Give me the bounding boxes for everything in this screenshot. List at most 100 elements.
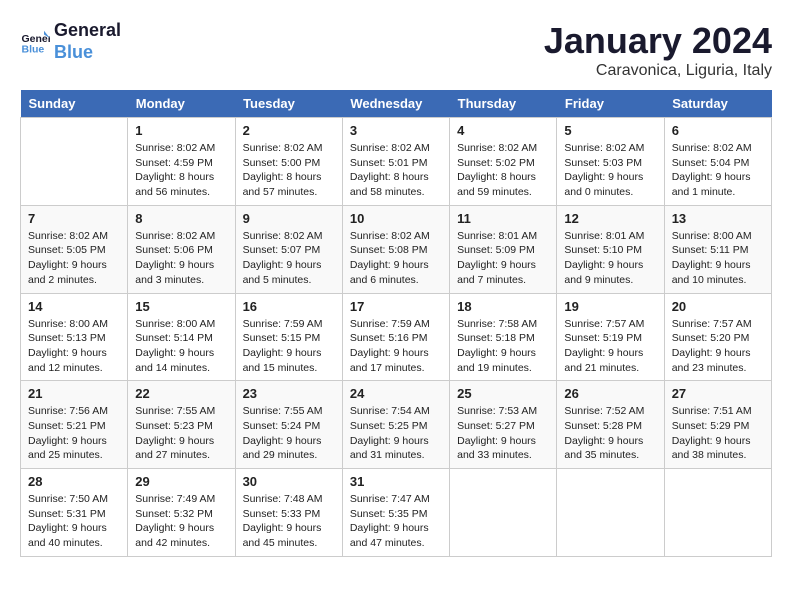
- calendar-day-cell: 21 Sunrise: 7:56 AM Sunset: 5:21 PM Dayli…: [21, 381, 128, 469]
- day-number: 29: [135, 474, 227, 489]
- day-number: 3: [350, 123, 442, 138]
- title-block: January 2024 Caravonica, Liguria, Italy: [544, 20, 772, 80]
- location-title: Caravonica, Liguria, Italy: [544, 62, 772, 80]
- logo-line1: General: [54, 20, 121, 42]
- calendar-day-cell: 12Sunrise: 8:01 AM Sunset: 5:10 PM Dayli…: [557, 205, 664, 293]
- day-info: Sunrise: 7:49 AM Sunset: 5:32 PM Dayligh…: [135, 492, 227, 551]
- day-info: Sunrise: 7:48 AM Sunset: 5:33 PM Dayligh…: [243, 492, 335, 551]
- day-info: Sunrise: 7:54 AM Sunset: 5:25 PM Dayligh…: [350, 404, 442, 463]
- day-info: Sunrise: 7:53 AM Sunset: 5:27 PM Dayligh…: [457, 404, 549, 463]
- day-info: Sunrise: 7:59 AM Sunset: 5:16 PM Dayligh…: [350, 317, 442, 376]
- day-number: 13: [672, 211, 764, 226]
- calendar-week-row: 14 Sunrise: 8:00 AM Sunset: 5:13 PM Dayli…: [21, 293, 772, 381]
- calendar-day-cell: 2 Sunrise: 8:02 AM Sunset: 5:00 PM Daylig…: [235, 118, 342, 206]
- weekday-header-cell: Monday: [128, 90, 235, 118]
- day-number: 20: [672, 299, 764, 314]
- calendar-week-row: 7 Sunrise: 8:02 AM Sunset: 5:05 PM Daylig…: [21, 205, 772, 293]
- day-info: Sunrise: 7:50 AM Sunset: 5:31 PM Dayligh…: [28, 492, 120, 551]
- day-info: Sunrise: 8:02 AM Sunset: 5:02 PM Dayligh…: [457, 141, 549, 200]
- calendar-day-cell: 31 Sunrise: 7:47 AM Sunset: 5:35 PM Dayli…: [342, 469, 449, 557]
- day-info: Sunrise: 7:47 AM Sunset: 5:35 PM Dayligh…: [350, 492, 442, 551]
- svg-text:Blue: Blue: [22, 43, 45, 55]
- day-info: Sunrise: 7:58 AM Sunset: 5:18 PM Dayligh…: [457, 317, 549, 376]
- calendar-day-cell: 7 Sunrise: 8:02 AM Sunset: 5:05 PM Daylig…: [21, 205, 128, 293]
- calendar-day-cell: 30 Sunrise: 7:48 AM Sunset: 5:33 PM Dayli…: [235, 469, 342, 557]
- day-info: Sunrise: 8:00 AM Sunset: 5:14 PM Dayligh…: [135, 317, 227, 376]
- calendar-day-cell: 1 Sunrise: 8:02 AM Sunset: 4:59 PM Daylig…: [128, 118, 235, 206]
- calendar-day-cell: 27 Sunrise: 7:51 AM Sunset: 5:29 PM Dayli…: [664, 381, 771, 469]
- day-number: 5: [564, 123, 656, 138]
- calendar-day-cell: 20 Sunrise: 7:57 AM Sunset: 5:20 PM Dayli…: [664, 293, 771, 381]
- weekday-header: SundayMondayTuesdayWednesdayThursdayFrid…: [21, 90, 772, 118]
- calendar-day-cell: 5 Sunrise: 8:02 AM Sunset: 5:03 PM Daylig…: [557, 118, 664, 206]
- day-number: 6: [672, 123, 764, 138]
- day-number: 14: [28, 299, 120, 314]
- calendar-day-cell: 28 Sunrise: 7:50 AM Sunset: 5:31 PM Dayli…: [21, 469, 128, 557]
- calendar-day-cell: 22Sunrise: 7:55 AM Sunset: 5:23 PM Dayli…: [128, 381, 235, 469]
- day-number: 31: [350, 474, 442, 489]
- day-info: Sunrise: 8:02 AM Sunset: 4:59 PM Dayligh…: [135, 141, 227, 200]
- day-info: Sunrise: 7:51 AM Sunset: 5:29 PM Dayligh…: [672, 404, 764, 463]
- day-info: Sunrise: 7:56 AM Sunset: 5:21 PM Dayligh…: [28, 404, 120, 463]
- day-info: Sunrise: 8:01 AM Sunset: 5:09 PM Dayligh…: [457, 229, 549, 288]
- calendar-day-cell: 4Sunrise: 8:02 AM Sunset: 5:02 PM Daylig…: [450, 118, 557, 206]
- day-number: 21: [28, 386, 120, 401]
- day-number: 18: [457, 299, 549, 314]
- calendar-day-cell: 26Sunrise: 7:52 AM Sunset: 5:28 PM Dayli…: [557, 381, 664, 469]
- day-number: 28: [28, 474, 120, 489]
- calendar-day-cell: 25Sunrise: 7:53 AM Sunset: 5:27 PM Dayli…: [450, 381, 557, 469]
- logo-line2: Blue: [54, 42, 121, 64]
- calendar-day-cell: 8 Sunrise: 8:02 AM Sunset: 5:06 PM Daylig…: [128, 205, 235, 293]
- weekday-header-cell: Friday: [557, 90, 664, 118]
- day-info: Sunrise: 7:57 AM Sunset: 5:20 PM Dayligh…: [672, 317, 764, 376]
- calendar-table: SundayMondayTuesdayWednesdayThursdayFrid…: [20, 90, 772, 557]
- page-header: General Blue General Blue January 2024 C…: [20, 20, 772, 80]
- calendar-day-cell: 14 Sunrise: 8:00 AM Sunset: 5:13 PM Dayli…: [21, 293, 128, 381]
- calendar-day-cell: 3 Sunrise: 8:02 AM Sunset: 5:01 PM Daylig…: [342, 118, 449, 206]
- calendar-day-cell: 17 Sunrise: 7:59 AM Sunset: 5:16 PM Dayli…: [342, 293, 449, 381]
- day-info: Sunrise: 7:59 AM Sunset: 5:15 PM Dayligh…: [243, 317, 335, 376]
- day-info: Sunrise: 8:02 AM Sunset: 5:00 PM Dayligh…: [243, 141, 335, 200]
- day-number: 8: [135, 211, 227, 226]
- day-number: 26: [564, 386, 656, 401]
- day-number: 22: [135, 386, 227, 401]
- calendar-day-cell: [557, 469, 664, 557]
- calendar-day-cell: 10Sunrise: 8:02 AM Sunset: 5:08 PM Dayli…: [342, 205, 449, 293]
- day-number: 1: [135, 123, 227, 138]
- day-number: 19: [564, 299, 656, 314]
- calendar-week-row: 1 Sunrise: 8:02 AM Sunset: 4:59 PM Daylig…: [21, 118, 772, 206]
- calendar-day-cell: 29 Sunrise: 7:49 AM Sunset: 5:32 PM Dayli…: [128, 469, 235, 557]
- calendar-day-cell: 16 Sunrise: 7:59 AM Sunset: 5:15 PM Dayli…: [235, 293, 342, 381]
- day-number: 2: [243, 123, 335, 138]
- day-info: Sunrise: 8:02 AM Sunset: 5:01 PM Dayligh…: [350, 141, 442, 200]
- day-number: 16: [243, 299, 335, 314]
- day-number: 7: [28, 211, 120, 226]
- day-info: Sunrise: 8:02 AM Sunset: 5:06 PM Dayligh…: [135, 229, 227, 288]
- calendar-day-cell: 24 Sunrise: 7:54 AM Sunset: 5:25 PM Dayli…: [342, 381, 449, 469]
- calendar-day-cell: 6 Sunrise: 8:02 AM Sunset: 5:04 PM Daylig…: [664, 118, 771, 206]
- day-number: 24: [350, 386, 442, 401]
- calendar-day-cell: 18 Sunrise: 7:58 AM Sunset: 5:18 PM Dayli…: [450, 293, 557, 381]
- day-number: 27: [672, 386, 764, 401]
- day-number: 30: [243, 474, 335, 489]
- calendar-day-cell: 15 Sunrise: 8:00 AM Sunset: 5:14 PM Dayli…: [128, 293, 235, 381]
- day-info: Sunrise: 8:02 AM Sunset: 5:05 PM Dayligh…: [28, 229, 120, 288]
- calendar-day-cell: 9Sunrise: 8:02 AM Sunset: 5:07 PM Daylig…: [235, 205, 342, 293]
- day-info: Sunrise: 8:02 AM Sunset: 5:03 PM Dayligh…: [564, 141, 656, 200]
- calendar-day-cell: 23 Sunrise: 7:55 AM Sunset: 5:24 PM Dayli…: [235, 381, 342, 469]
- day-number: 10: [350, 211, 442, 226]
- day-number: 17: [350, 299, 442, 314]
- day-info: Sunrise: 7:55 AM Sunset: 5:24 PM Dayligh…: [243, 404, 335, 463]
- calendar-day-cell: [664, 469, 771, 557]
- day-info: Sunrise: 8:02 AM Sunset: 5:07 PM Dayligh…: [243, 229, 335, 288]
- day-info: Sunrise: 8:02 AM Sunset: 5:04 PM Dayligh…: [672, 141, 764, 200]
- day-number: 15: [135, 299, 227, 314]
- logo-icon: General Blue: [20, 27, 50, 57]
- day-number: 23: [243, 386, 335, 401]
- calendar-day-cell: [450, 469, 557, 557]
- weekday-header-cell: Saturday: [664, 90, 771, 118]
- calendar-week-row: 21 Sunrise: 7:56 AM Sunset: 5:21 PM Dayli…: [21, 381, 772, 469]
- calendar-day-cell: 11Sunrise: 8:01 AM Sunset: 5:09 PM Dayli…: [450, 205, 557, 293]
- month-title: January 2024: [544, 20, 772, 62]
- day-info: Sunrise: 8:00 AM Sunset: 5:13 PM Dayligh…: [28, 317, 120, 376]
